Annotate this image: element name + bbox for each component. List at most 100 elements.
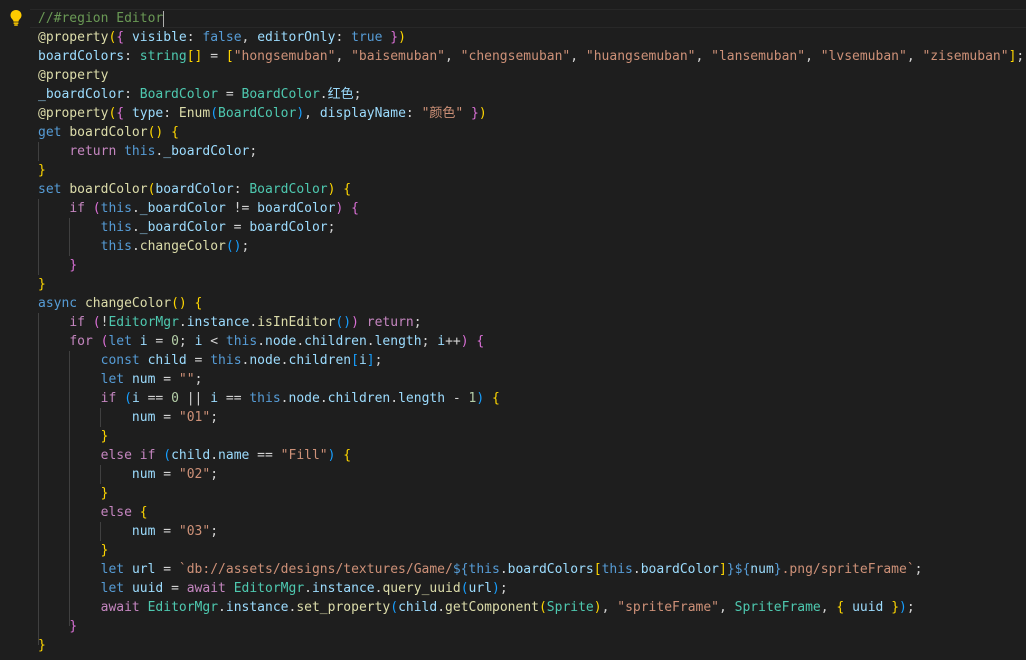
code-token: ) <box>492 581 500 596</box>
code-line[interactable]: _boardColor: BoardColor = BoardColor.红色; <box>38 85 1024 104</box>
code-token: [ <box>351 353 359 368</box>
code-token: this <box>210 353 242 368</box>
code-line[interactable]: } <box>38 636 1024 655</box>
code-token: EditorMgr <box>233 581 305 596</box>
code-token: await <box>100 600 140 615</box>
code-token: ) <box>351 315 359 330</box>
code-token: , <box>241 30 258 45</box>
code-line[interactable]: } <box>38 541 1024 560</box>
code-token: } <box>471 106 479 121</box>
code-line[interactable]: await EditorMgr.instance.set_property(ch… <box>38 598 1024 617</box>
code-token: EditorMgr <box>108 315 179 330</box>
code-line[interactable]: if (i == 0 || i == this.node.children.le… <box>38 389 1024 408</box>
code-line[interactable]: else { <box>38 503 1024 522</box>
code-token: string <box>139 49 187 64</box>
code-token: child <box>398 600 438 615</box>
code-line[interactable]: return this._boardColor; <box>38 142 1024 161</box>
code-token: . <box>390 391 399 406</box>
code-line[interactable]: } <box>38 161 1024 180</box>
code-line[interactable]: @property({ visible: false, editorOnly: … <box>38 28 1024 47</box>
code-line[interactable]: const child = this.node.children[i]; <box>38 351 1024 370</box>
code-token: this <box>124 144 156 159</box>
code-token: else <box>100 448 132 463</box>
code-token: ; <box>374 353 383 368</box>
code-editor[interactable]: //#region Editor @property({ visible: fal… <box>0 0 1026 660</box>
code-token: , <box>445 49 461 64</box>
code-token: ; <box>499 581 508 596</box>
code-line[interactable]: this.changeColor(); <box>38 237 1024 256</box>
code-line[interactable]: for (let i = 0; i < this.node.children.l… <box>38 332 1024 351</box>
code-line[interactable]: num = "01"; <box>38 408 1024 427</box>
code-token: @ <box>38 30 46 45</box>
code-token: ( <box>92 315 101 330</box>
code-token: { <box>139 505 148 520</box>
code-line[interactable]: } <box>38 256 1024 275</box>
code-token: child <box>171 448 211 463</box>
code-token: : <box>186 30 203 45</box>
code-line[interactable]: @property <box>38 66 1024 85</box>
code-line[interactable]: } <box>38 427 1024 446</box>
code-token: boardColor <box>640 562 719 577</box>
code-line[interactable]: set boardColor(boardColor: BoardColor) { <box>38 180 1024 199</box>
code-token: = <box>155 410 179 425</box>
lightbulb-icon-svg <box>10 10 22 26</box>
code-token: i <box>210 391 219 406</box>
code-line[interactable]: this._boardColor = boardColor; <box>38 218 1024 237</box>
code-line[interactable]: //#region Editor <box>38 9 1024 28</box>
code-line[interactable]: async changeColor() { <box>38 294 1024 313</box>
code-token: let <box>100 372 125 387</box>
code-token: } <box>100 429 109 444</box>
code-token: this <box>100 220 132 235</box>
code-token: this <box>100 201 132 216</box>
code-line[interactable]: let num = ""; <box>38 370 1024 389</box>
code-token: getComponent <box>445 600 539 615</box>
code-token: { <box>116 106 125 121</box>
code-token: } <box>38 277 46 292</box>
code-line[interactable]: num = "03"; <box>38 522 1024 541</box>
code-line[interactable]: @property({ type: Enum(BoardColor), disp… <box>38 104 1024 123</box>
code-token: . <box>210 448 219 463</box>
lightbulb-icon[interactable] <box>9 9 23 27</box>
code-token: : <box>233 182 250 197</box>
code-token: } <box>69 258 78 273</box>
code-token: visible <box>131 30 187 45</box>
code-token: "hongsemuban" <box>233 49 336 64</box>
code-token: this <box>100 239 132 254</box>
code-token: ${ <box>734 562 751 577</box>
code-token: url <box>468 581 493 596</box>
code-line[interactable]: if (this._boardColor != boardColor) { <box>38 199 1024 218</box>
code-line[interactable]: } <box>38 275 1024 294</box>
code-line[interactable]: let uuid = await EditorMgr.instance.quer… <box>38 579 1024 598</box>
code-token: boardColor <box>69 125 148 140</box>
code-token: { <box>476 334 485 349</box>
code-token: BoardColor <box>241 87 320 102</box>
code-token: boardColor <box>257 201 336 216</box>
code-token: name <box>218 448 250 463</box>
code-token: ; <box>1016 49 1025 64</box>
code-token: . <box>319 391 328 406</box>
code-token: ) <box>398 30 406 45</box>
code-line[interactable]: } <box>38 484 1024 503</box>
code-lines[interactable]: //#region Editor @property({ visible: fal… <box>38 9 1024 655</box>
code-token: . <box>632 562 641 577</box>
code-line[interactable]: num = "02"; <box>38 465 1024 484</box>
code-line[interactable]: if (!EditorMgr.instance.isInEditor()) re… <box>38 313 1024 332</box>
code-line[interactable]: else if (child.name == "Fill") { <box>38 446 1024 465</box>
code-line[interactable]: boardColors: string[] = ["hongsemuban", … <box>38 47 1024 66</box>
code-token: ) <box>478 106 487 121</box>
code-token: i <box>358 353 367 368</box>
code-line[interactable]: let url = `db://assets/designs/textures/… <box>38 560 1024 579</box>
code-token: ; <box>327 220 336 235</box>
code-line[interactable]: get boardColor() { <box>38 123 1024 142</box>
code-line[interactable]: } <box>38 617 1024 636</box>
code-token: = <box>202 49 226 64</box>
code-token: } <box>390 30 399 45</box>
